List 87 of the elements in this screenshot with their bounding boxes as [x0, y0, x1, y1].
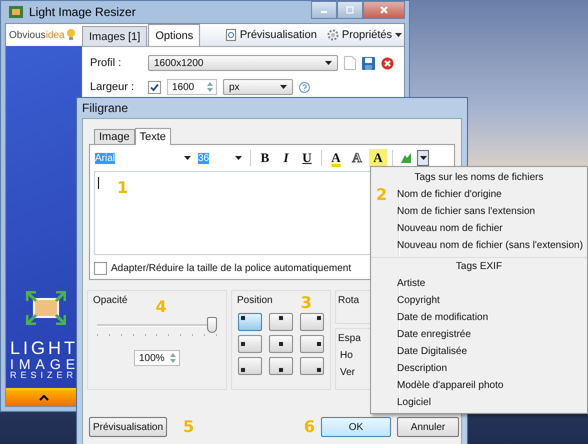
close-button[interactable]	[363, 1, 405, 19]
field-label: Ver	[339, 367, 356, 378]
position-button[interactable]	[269, 313, 293, 331]
preview-button[interactable]: Prévisualisation	[89, 417, 168, 437]
position-button[interactable]	[238, 335, 262, 353]
brand-text: RESIZER	[10, 371, 78, 380]
window-title: Light Image Resizer	[29, 5, 136, 19]
profile-dropdown[interactable]: 1600x1200	[148, 55, 338, 71]
position-button[interactable]	[300, 357, 324, 375]
menu-item[interactable]: Date de modification	[397, 309, 587, 326]
menu-item[interactable]: Modèle d'appareil photo	[397, 377, 587, 394]
maximize-icon	[345, 5, 355, 15]
annotation-number: 5	[183, 419, 194, 435]
delete-icon[interactable]	[381, 56, 394, 70]
tab[interactable]: Image	[94, 129, 135, 144]
caret-icon	[325, 61, 332, 65]
close-icon	[379, 5, 389, 15]
minimize-button[interactable]	[311, 1, 337, 19]
properties-button[interactable]: Propriétés	[324, 29, 404, 41]
position-button[interactable]	[238, 313, 262, 331]
brand-text: IMAGE	[10, 357, 80, 371]
opacity-spinbox[interactable]: 100%	[134, 350, 180, 366]
field-label: Profil :	[90, 57, 122, 69]
menu-header: Tags EXIF	[456, 261, 502, 272]
group-title: Rota	[338, 295, 360, 306]
ok-button[interactable]: OK	[321, 417, 391, 437]
color-button[interactable]: A	[327, 149, 345, 167]
position-button[interactable]	[300, 335, 324, 353]
menu-item[interactable]: Copyright	[397, 292, 587, 309]
cancel-button[interactable]: Annuler	[397, 417, 459, 437]
annotation-number: 6	[304, 419, 315, 435]
italic-button[interactable]: I	[277, 149, 295, 167]
dialog-title: Filigrane	[82, 101, 128, 115]
group-title: Position	[237, 295, 273, 306]
tab[interactable]: Texte	[134, 128, 171, 145]
slider-thumb[interactable]	[207, 317, 217, 333]
checkmark-icon	[150, 82, 159, 92]
spin-arrows-icon[interactable]	[206, 81, 214, 93]
app-icon	[9, 6, 23, 18]
save-icon[interactable]	[362, 56, 375, 70]
resize-image-icon	[26, 291, 66, 325]
caret-icon	[420, 156, 426, 160]
menu-item[interactable]: Artiste	[397, 275, 587, 292]
underline-button[interactable]: U	[298, 149, 316, 167]
preview-icon	[226, 29, 237, 41]
field-label: Largeur :	[90, 81, 136, 93]
checkbox[interactable]	[148, 80, 161, 94]
checkbox-label: Adapter/Réduire la taille de la police automatiquement	[111, 263, 352, 274]
caret-icon	[39, 395, 49, 401]
caret-icon	[184, 156, 191, 160]
menu-item[interactable]: Date Digitalisée	[397, 343, 587, 360]
preview-button[interactable]: Prévisualisation	[224, 29, 319, 41]
position-button[interactable]	[269, 357, 293, 375]
lightbulb-icon	[64, 28, 77, 42]
caret-icon	[280, 85, 287, 89]
gear-icon	[326, 29, 339, 41]
spin-arrows-icon[interactable]	[169, 352, 177, 364]
opacity-slider[interactable]	[97, 317, 217, 338]
insert-tag-icon	[400, 152, 412, 164]
position-button[interactable]	[238, 357, 262, 375]
help-icon[interactable]	[299, 82, 310, 92]
checkbox[interactable]	[94, 262, 107, 275]
annotation-number: 3	[300, 295, 312, 311]
caret-icon	[235, 156, 242, 160]
tab[interactable]: Options	[148, 24, 200, 46]
position-button[interactable]	[300, 313, 324, 331]
annotation-number: 2	[376, 187, 388, 203]
annotation-number: 1	[117, 180, 128, 196]
position-button[interactable]	[269, 335, 293, 353]
width-spinbox[interactable]: 1600	[167, 79, 217, 95]
tab[interactable]: Images [1]	[82, 26, 148, 46]
unit-dropdown[interactable]: px	[223, 79, 293, 95]
menu-item[interactable]: Date enregistrée	[397, 326, 587, 343]
menu-item[interactable]: Logiciel	[397, 394, 587, 411]
group-title: Espa	[338, 333, 361, 344]
group-title: Opacité	[93, 295, 128, 306]
text-cursor	[98, 177, 99, 189]
menu-item[interactable]: Description	[397, 360, 587, 377]
brand-text: LIGHT	[10, 339, 80, 357]
outline-button[interactable]: A	[348, 149, 366, 167]
dropdown-button[interactable]	[417, 150, 429, 166]
highlight-button[interactable]: A	[369, 149, 387, 167]
annotation-number: 4	[155, 299, 167, 315]
maximize-button[interactable]	[337, 1, 363, 19]
caret-icon	[395, 33, 402, 37]
bold-button[interactable]: B	[256, 149, 274, 167]
field-label: Ho	[339, 350, 353, 361]
